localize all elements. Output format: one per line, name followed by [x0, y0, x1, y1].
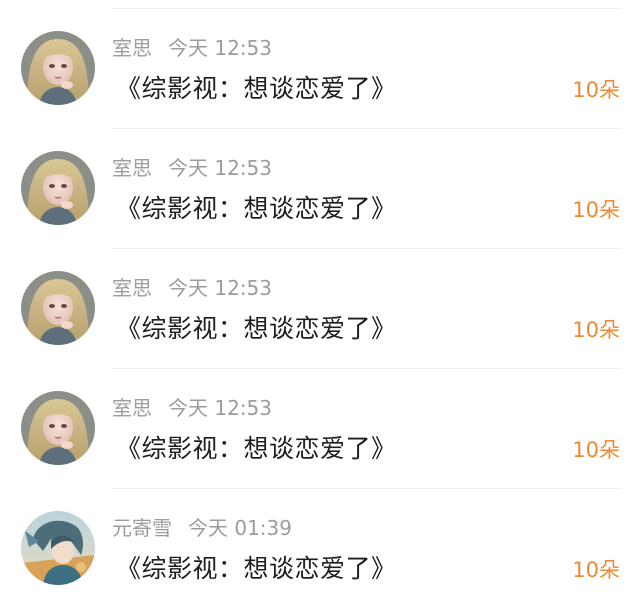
gift-record-list: 室思 今天 12:53 《综影视：想谈恋爱了》 10朵 室思 今天 12:53 《综… — [0, 9, 640, 609]
username[interactable]: 室思 — [112, 36, 152, 60]
blonde-girl-avatar-icon[interactable] — [21, 151, 95, 225]
username[interactable]: 室思 — [112, 396, 152, 420]
flower-count: 10朵 — [572, 318, 620, 342]
timestamp: 今天 12:53 — [168, 276, 272, 300]
blonde-girl-avatar-icon[interactable] — [21, 31, 95, 105]
timestamp: 今天 01:39 — [188, 516, 292, 540]
flower-count: 10朵 — [572, 558, 620, 582]
flower-count: 10朵 — [572, 438, 620, 462]
username[interactable]: 室思 — [112, 156, 152, 180]
timestamp: 今天 12:53 — [168, 36, 272, 60]
list-item[interactable]: 室思 今天 12:53 《综影视：想谈恋爱了》 10朵 — [0, 129, 640, 249]
book-title[interactable]: 《综影视：想谈恋爱了》 — [116, 553, 397, 585]
book-title[interactable]: 《综影视：想谈恋爱了》 — [116, 313, 397, 345]
list-item[interactable]: 室思 今天 12:53 《综影视：想谈恋爱了》 10朵 — [0, 369, 640, 489]
book-title[interactable]: 《综影视：想谈恋爱了》 — [116, 433, 397, 465]
meta-line: 室思 今天 12:53 — [112, 275, 272, 301]
timestamp: 今天 12:53 — [168, 396, 272, 420]
meta-line: 室思 今天 12:53 — [112, 35, 272, 61]
book-title[interactable]: 《综影视：想谈恋爱了》 — [116, 73, 397, 105]
flower-count: 10朵 — [572, 198, 620, 222]
blonde-girl-avatar-icon[interactable] — [21, 271, 95, 345]
list-item[interactable]: 元寄雪 今天 01:39 《综影视：想谈恋爱了》 10朵 — [0, 489, 640, 609]
blonde-girl-avatar-icon[interactable] — [21, 391, 95, 465]
meta-line: 室思 今天 12:53 — [112, 155, 272, 181]
list-item[interactable]: 室思 今天 12:53 《综影视：想谈恋爱了》 10朵 — [0, 249, 640, 369]
meta-line: 元寄雪 今天 01:39 — [112, 515, 292, 541]
username[interactable]: 室思 — [112, 276, 152, 300]
username[interactable]: 元寄雪 — [112, 516, 172, 540]
meta-line: 室思 今天 12:53 — [112, 395, 272, 421]
book-title[interactable]: 《综影视：想谈恋爱了》 — [116, 193, 397, 225]
list-item[interactable]: 室思 今天 12:53 《综影视：想谈恋爱了》 10朵 — [0, 9, 640, 129]
anime-boy-avatar-icon[interactable] — [21, 511, 95, 585]
flower-count: 10朵 — [572, 78, 620, 102]
timestamp: 今天 12:53 — [168, 156, 272, 180]
